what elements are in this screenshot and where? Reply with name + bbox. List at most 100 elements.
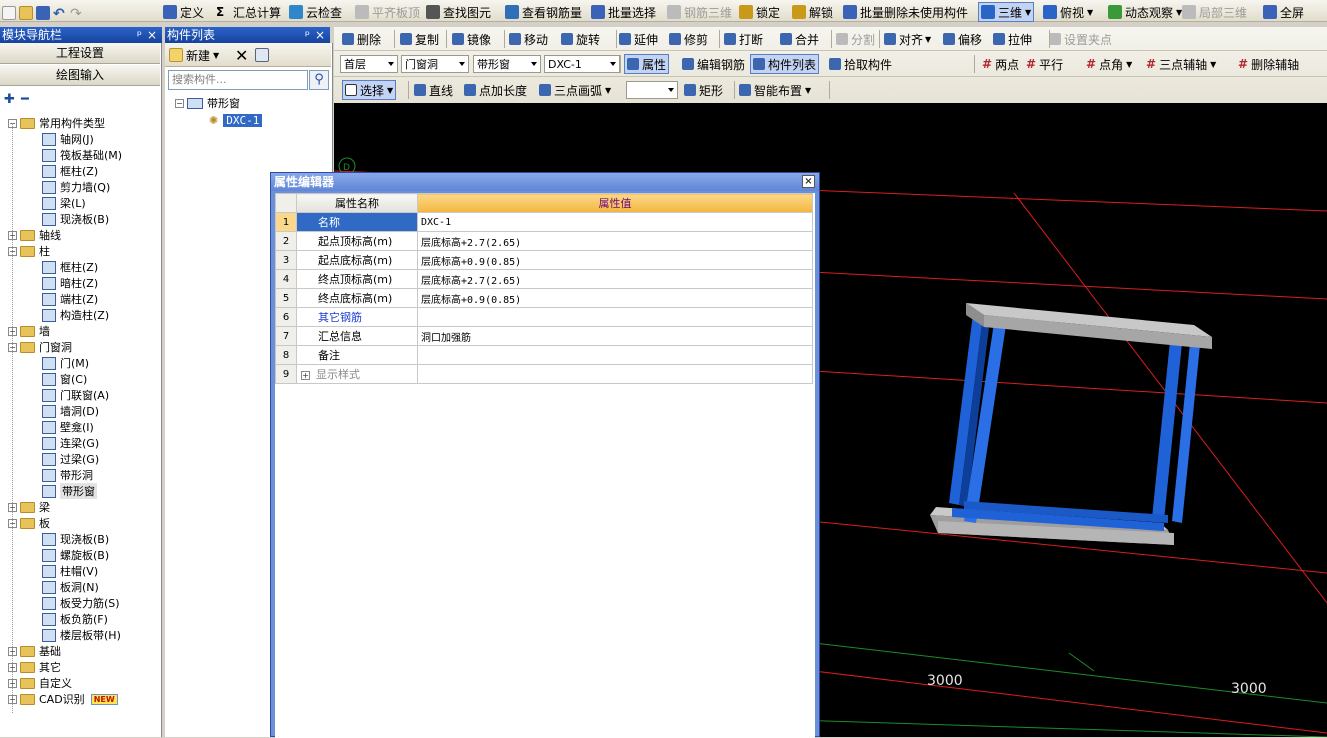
nav-item[interactable]: 带形窗 (42, 483, 97, 499)
nav-item[interactable]: 现浇板(B) (42, 211, 109, 227)
nav-folder[interactable]: + 自定义 (8, 675, 72, 691)
tool-delete-button[interactable]: 删除 (342, 29, 381, 49)
expand-icon[interactable]: + (301, 371, 310, 380)
expand-all-icon[interactable]: ✚ (4, 92, 15, 107)
menu-fullscreen-button[interactable]: 全屏 (1263, 2, 1304, 22)
menu-batchdel-button[interactable]: 批量删除未使用构件 (843, 2, 968, 22)
pin-icon[interactable]: ᵖ (137, 27, 142, 43)
toolbar-quick-icons[interactable]: ↶ ↷ (2, 3, 87, 23)
tool-trim-button[interactable]: 修剪 (669, 29, 708, 49)
tool-offset-button[interactable]: 偏移 (943, 29, 982, 49)
tool-align-button[interactable]: 对齐 ▼ (884, 29, 931, 49)
nav-item[interactable]: 墙洞(D) (42, 403, 99, 419)
arc-button[interactable]: 三点画弧 ▼ (539, 80, 611, 100)
cursor-button[interactable]: 选择 ▼ (342, 80, 397, 100)
floor-select[interactable]: 首层 (340, 55, 398, 73)
type-select[interactable]: 带形窗 (473, 55, 541, 73)
tool-merge-button[interactable]: 合并 (780, 29, 819, 49)
property-value[interactable]: 层底标高+0.9(0.85) (417, 250, 813, 270)
nav-section-drawing-input[interactable]: 绘图输入 (0, 65, 160, 86)
property-row[interactable]: 5 终点底标高(m) 层底标高+0.9(0.85) (275, 288, 813, 308)
new-component-button[interactable]: 新建 ▼ (169, 45, 219, 65)
close-icon[interactable]: × (147, 27, 157, 43)
nav-item[interactable]: 板洞(N) (42, 579, 99, 595)
close-icon[interactable]: × (802, 175, 815, 188)
property-row[interactable]: 3 起点底标高(m) 层底标高+0.9(0.85) (275, 250, 813, 270)
menu-topview-button[interactable]: 俯视 ▼ (1043, 2, 1093, 22)
property-row[interactable]: 8 备注 (275, 345, 813, 365)
property-name[interactable]: + 显示样式 (296, 364, 418, 384)
property-value[interactable] (417, 364, 813, 384)
property-row[interactable]: 9 + 显示样式 (275, 364, 813, 384)
component-group-strip-window[interactable]: − 带形窗 (175, 95, 240, 111)
property-editor-title[interactable]: 属性编辑器 × (271, 173, 819, 191)
pin-icon[interactable]: ᵖ (305, 27, 310, 43)
nav-item[interactable]: 窗(C) (42, 371, 87, 387)
tool-move-button[interactable]: 移动 (509, 29, 548, 49)
new-file-icon[interactable] (2, 6, 16, 20)
property-row[interactable]: 4 终点顶标高(m) 层底标高+2.7(2.65) (275, 269, 813, 289)
property-row[interactable]: 2 起点顶标高(m) 层底标高+2.7(2.65) (275, 231, 813, 251)
nav-folder[interactable]: + 基础 (8, 643, 61, 659)
property-button[interactable]: 属性 (624, 54, 670, 74)
nav-folder[interactable]: + 其它 (8, 659, 61, 675)
tool-stretch-button[interactable]: 拉伸 (993, 29, 1032, 49)
nav-item[interactable]: 梁(L) (42, 195, 86, 211)
menu-lock-button[interactable]: 锁定 (739, 2, 780, 22)
delete-axis-button[interactable]: # 删除辅轴 (1238, 54, 1299, 74)
nav-item[interactable]: 端柱(Z) (42, 291, 98, 307)
menu-flatslab-button[interactable]: 平齐板顶 (355, 2, 420, 22)
menu-viewrebar-button[interactable]: 查看钢筋量 (505, 2, 582, 22)
nav-section-project-settings[interactable]: 工程设置 (0, 43, 160, 64)
property-value[interactable] (417, 307, 813, 327)
tool-extend-button[interactable]: 延伸 (619, 29, 658, 49)
tool-break-button[interactable]: 打断 (724, 29, 763, 49)
nav-item[interactable]: 框柱(Z) (42, 163, 98, 179)
collapse-icon[interactable]: − (175, 98, 184, 108)
nav-item[interactable]: 构造柱(Z) (42, 307, 109, 323)
component-item-dxc1[interactable]: ✺ DXC-1 (209, 112, 263, 128)
line-button[interactable]: 直线 (414, 80, 453, 100)
category-select[interactable]: 门窗洞 (401, 55, 469, 73)
nav-item[interactable]: 连梁(G) (42, 435, 99, 451)
menu-findelem-button[interactable]: 查找图元 (426, 2, 491, 22)
tool-rotate-button[interactable]: 旋转 (561, 29, 600, 49)
component-search-input[interactable]: 搜索构件... (168, 70, 308, 90)
menu-rebar3d-button[interactable]: 钢筋三维 (667, 2, 732, 22)
tool-split-button[interactable]: 分割 (836, 29, 875, 49)
nav-item[interactable]: 剪力墙(Q) (42, 179, 110, 195)
close-icon[interactable]: × (315, 27, 325, 43)
property-row[interactable]: 7 汇总信息 洞口加强筋 (275, 326, 813, 346)
parallel-axis-button[interactable]: # 平行 (1026, 54, 1063, 74)
property-row[interactable]: 1 名称 DXC-1 (275, 212, 813, 232)
property-value[interactable] (417, 345, 813, 365)
menu-batchsel-button[interactable]: 批量选择 (591, 2, 656, 22)
point-length-button[interactable]: 点加长度 (464, 80, 527, 100)
nav-folder[interactable]: − 柱 (8, 243, 50, 259)
nav-item[interactable]: 板受力筋(S) (42, 595, 120, 611)
menu-cloudcheck-button[interactable]: 云检查 (289, 2, 342, 22)
property-name[interactable]: 起点顶标高(m) (296, 231, 418, 251)
property-value[interactable]: DXC-1 (417, 212, 813, 232)
tool-copy-button[interactable]: 复制 (400, 29, 439, 49)
menu-dynobs-button[interactable]: 动态观察 ▼ (1108, 2, 1182, 22)
nav-item[interactable]: 门联窗(A) (42, 387, 109, 403)
nav-folder[interactable]: + 轴线 (8, 227, 61, 243)
property-value[interactable]: 洞口加强筋 (417, 326, 813, 346)
undo-icon[interactable]: ↶ (53, 6, 67, 22)
smart-layout-button[interactable]: 智能布置 ▼ (739, 80, 811, 100)
point-angle-button[interactable]: # 点角 ▼ (1086, 54, 1132, 74)
nav-item[interactable]: 框柱(Z) (42, 259, 98, 275)
rectangle-button[interactable]: 矩形 (684, 80, 723, 100)
nav-item[interactable]: 轴网(J) (42, 131, 94, 147)
menu-define-button[interactable]: 定义 (163, 2, 204, 22)
nav-item[interactable]: 带形洞 (42, 467, 93, 483)
arc-mode-select[interactable] (626, 81, 678, 99)
nav-item[interactable]: 暗柱(Z) (42, 275, 98, 291)
property-value[interactable]: 层底标高+0.9(0.85) (417, 288, 813, 308)
nav-folder[interactable]: − 门窗洞 (8, 339, 72, 355)
nav-item[interactable]: 过梁(G) (42, 451, 99, 467)
nav-item[interactable]: 楼层板带(H) (42, 627, 121, 643)
nav-folder[interactable]: + CAD识别 NEW (8, 691, 118, 707)
component-list-button[interactable]: 构件列表 (750, 54, 820, 74)
